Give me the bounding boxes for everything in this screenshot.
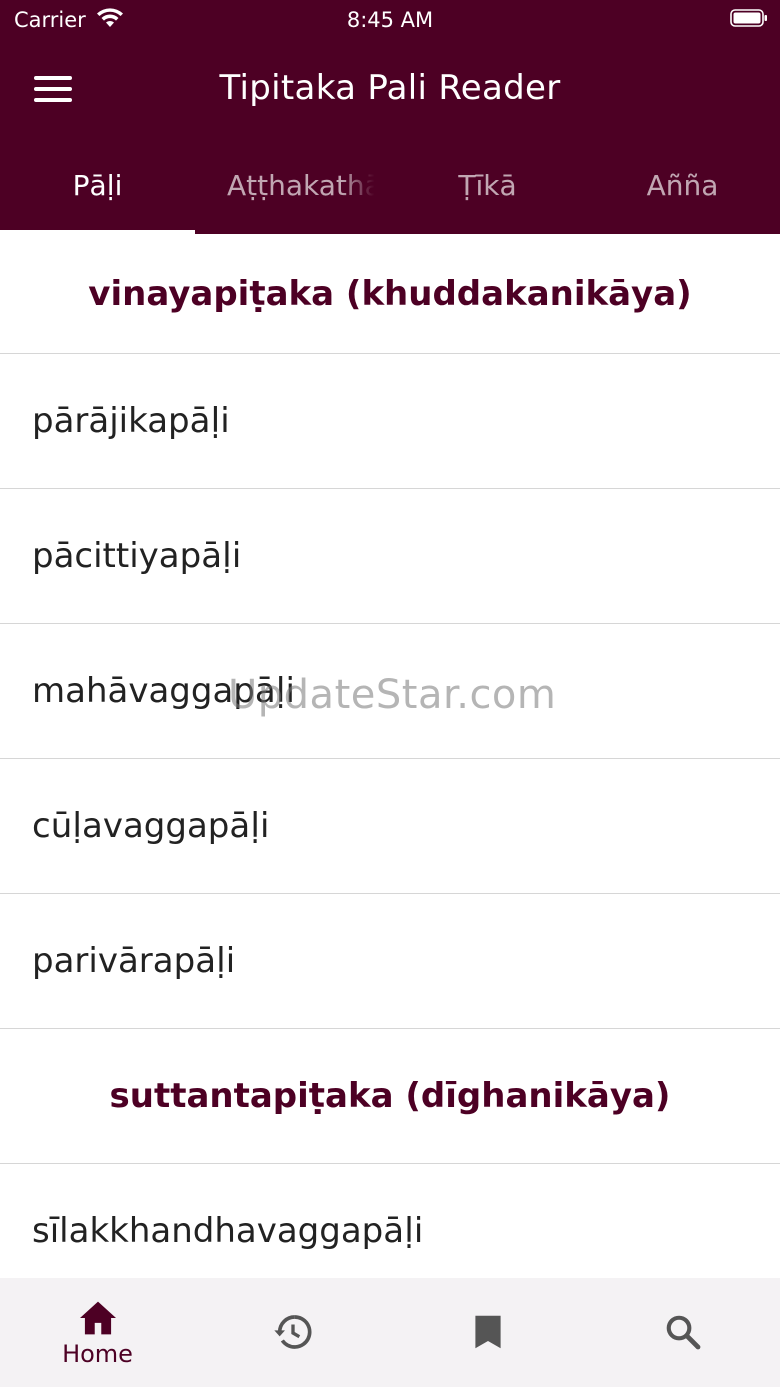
nav-bookmarks[interactable] xyxy=(390,1278,585,1387)
nav-home-label: Home xyxy=(62,1340,133,1368)
list-item[interactable]: mahāvaggapāḷi xyxy=(0,624,780,759)
book-list: vinayapiṭaka (khuddakanikāya) pārājikapā… xyxy=(0,234,780,1299)
status-time: 8:45 AM xyxy=(346,8,434,32)
battery-icon xyxy=(730,9,768,27)
nav-history[interactable] xyxy=(195,1278,390,1387)
tab-tika[interactable]: Ṭīkā xyxy=(390,140,585,234)
app-title: Tipitaka Pali Reader xyxy=(219,68,561,108)
tab-bar: Pāḷi Aṭṭhakathā Ṭīkā Añña xyxy=(0,140,780,234)
section-header-vinaya: vinayapiṭaka (khuddakanikāya) xyxy=(0,234,780,354)
nav-search[interactable] xyxy=(585,1278,780,1387)
bookmark-icon xyxy=(474,1315,501,1349)
home-icon xyxy=(79,1301,116,1335)
nav-home[interactable]: Home xyxy=(0,1278,195,1387)
tab-anna[interactable]: Añña xyxy=(585,140,780,234)
status-bar: Carrier 8:45 AM xyxy=(0,0,780,40)
list-item[interactable]: pācittiyapāḷi xyxy=(0,489,780,624)
list-item[interactable]: parivārapāḷi xyxy=(0,894,780,1029)
tab-pali[interactable]: Pāḷi xyxy=(0,140,195,234)
list-item[interactable]: pārājikapāḷi xyxy=(0,354,780,489)
search-icon xyxy=(666,1315,700,1350)
tab-atthakatha[interactable]: Aṭṭhakathā xyxy=(195,140,390,234)
section-header-suttanta: suttantapiṭaka (dīghanikāya) xyxy=(0,1029,780,1164)
app-bar: Tipitaka Pali Reader xyxy=(0,40,780,140)
bottom-navigation: Home xyxy=(0,1278,780,1387)
history-icon xyxy=(273,1315,311,1349)
list-item[interactable]: cūḷavaggapāḷi xyxy=(0,759,780,894)
